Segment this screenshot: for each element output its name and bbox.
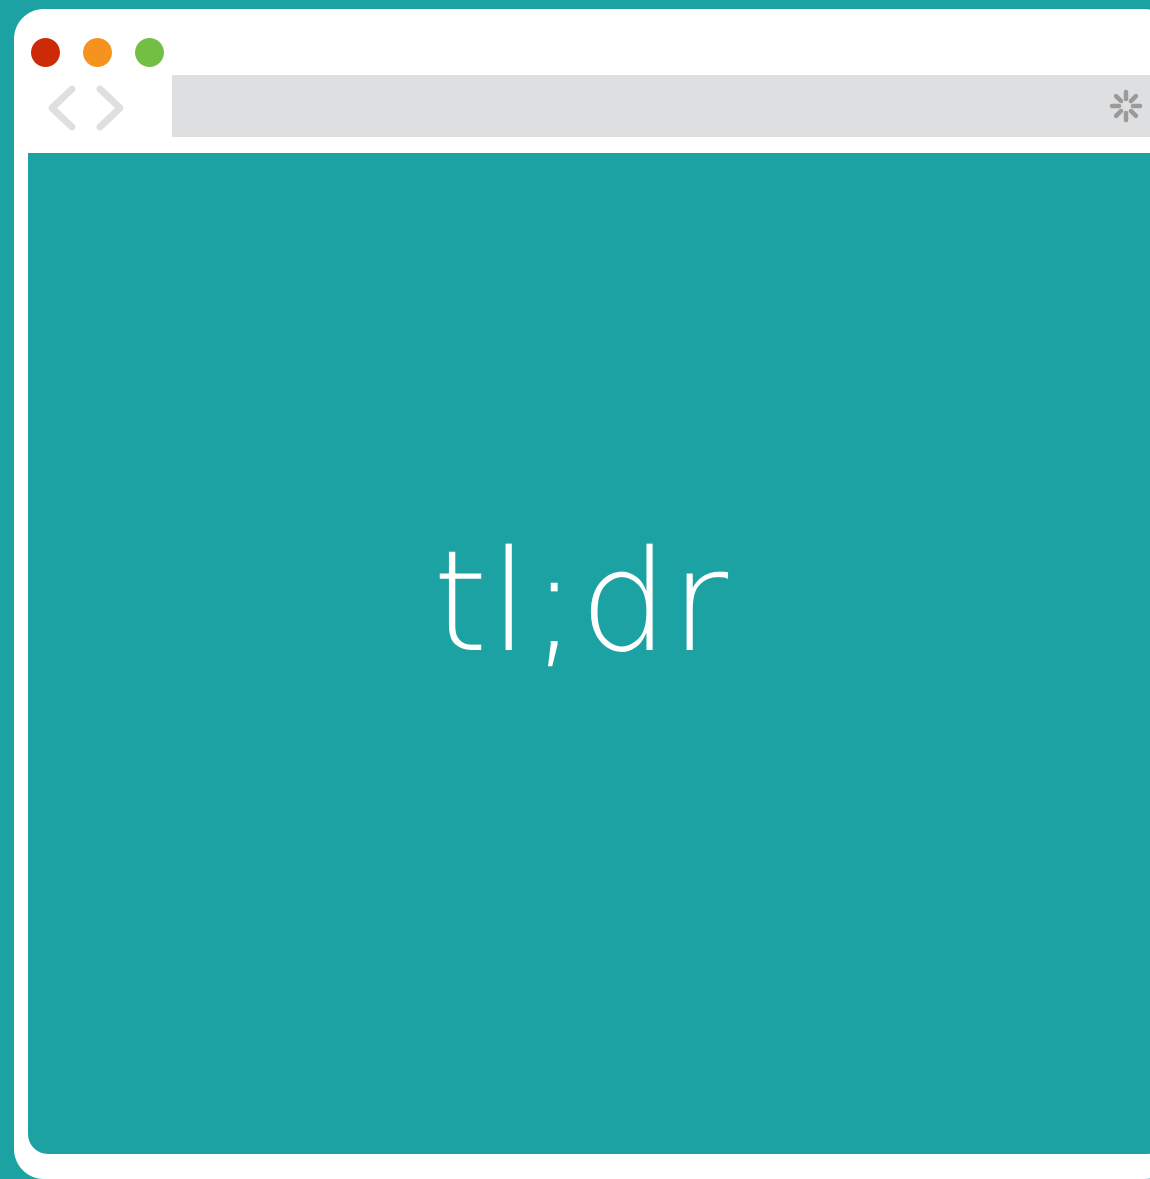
spinner-ray [1113,108,1124,119]
spinner-ray [1128,108,1139,119]
forward-arrow-stroke [96,85,124,131]
page-content: tl;dr [28,153,1150,1154]
spinner-ray [1113,93,1124,104]
spinner-icon [1109,89,1143,123]
chevron-left-icon[interactable] [44,85,78,131]
close-window-button[interactable] [31,38,60,67]
chevron-right-icon[interactable] [94,85,128,131]
spinner-ray [1128,93,1139,104]
zoom-window-button[interactable] [135,38,164,67]
back-arrow-stroke [48,85,76,131]
browser-window: tl;dr [14,9,1150,1179]
spinner-rays [1109,89,1143,123]
address-bar[interactable] [172,75,1150,137]
minimize-window-button[interactable] [83,38,112,67]
page-heading: tl;dr [432,521,731,684]
